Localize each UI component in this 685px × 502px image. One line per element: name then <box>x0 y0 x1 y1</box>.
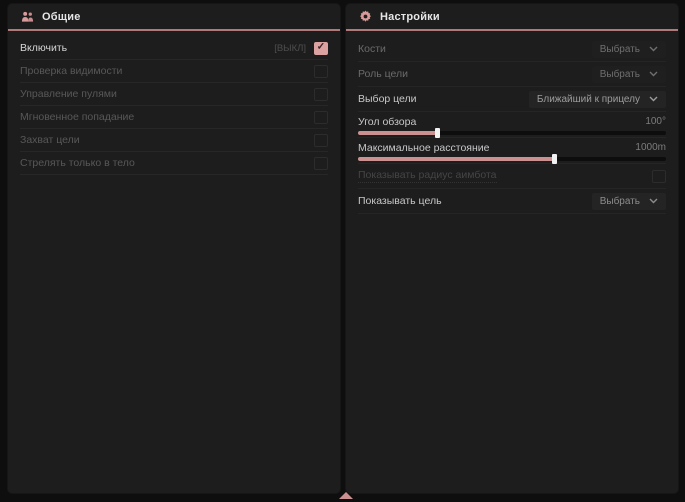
row-enable-label: Включить <box>20 42 67 54</box>
target-role-dropdown[interactable]: Выбрать <box>592 66 666 83</box>
show-target-dropdown-value: Выбрать <box>600 196 640 207</box>
chevron-down-icon <box>649 71 658 77</box>
row-instant-hit[interactable]: Мгновенное попадание ✓ <box>20 106 328 129</box>
row-body-only[interactable]: Стрелять только в тело ✓ <box>20 152 328 175</box>
show-target-dropdown[interactable]: Выбрать <box>592 193 666 210</box>
row-target-select-label: Выбор цели <box>358 93 417 105</box>
row-show-target: Показывать цель Выбрать <box>358 189 666 214</box>
row-fov-label: Угол обзора <box>358 116 416 128</box>
general-panel-title: Общие <box>42 11 81 23</box>
row-visibility-check-label: Проверка видимости <box>20 65 122 77</box>
row-max-distance-label: Максимальное расстояние <box>358 142 489 154</box>
users-icon <box>21 10 34 23</box>
settings-panel-title: Настройки <box>380 11 440 23</box>
max-distance-slider-handle[interactable] <box>552 154 557 164</box>
row-bones-label: Кости <box>358 43 386 55</box>
settings-panel-header: Настройки <box>346 4 678 31</box>
row-show-radius: Показывать радиус аимбота ✓ <box>358 164 666 189</box>
row-enable-hotkey[interactable]: [ВЫКЛ] <box>274 43 306 54</box>
row-bones: Кости Выбрать <box>358 37 666 62</box>
check-icon: ✓ <box>317 43 325 53</box>
row-bullet-control-checkbox[interactable]: ✓ <box>314 88 328 101</box>
row-bullet-control-label: Управление пулями <box>20 88 117 100</box>
row-target-role-label: Роль цели <box>358 68 408 80</box>
row-enable[interactable]: Включить [ВЫКЛ] ✓ <box>20 37 328 60</box>
target-select-dropdown-value: Ближайший к прицелу <box>537 94 640 105</box>
row-instant-hit-label: Мгновенное попадание <box>20 111 134 123</box>
chevron-down-icon <box>649 198 658 204</box>
chevron-down-icon <box>649 46 658 52</box>
row-visibility-check-checkbox[interactable]: ✓ <box>314 65 328 78</box>
chevron-down-icon <box>649 96 658 102</box>
row-body-only-checkbox[interactable]: ✓ <box>314 157 328 170</box>
row-instant-hit-checkbox[interactable]: ✓ <box>314 111 328 124</box>
target-select-dropdown[interactable]: Ближайший к прицелу <box>529 91 666 108</box>
max-distance-slider[interactable] <box>358 157 666 161</box>
bones-dropdown-value: Выбрать <box>600 44 640 55</box>
fov-slider-handle[interactable] <box>435 128 440 138</box>
row-visibility-check[interactable]: Проверка видимости ✓ <box>20 60 328 83</box>
max-distance-value: 1000m <box>635 142 666 153</box>
row-fov: Угол обзора 100° <box>358 112 666 138</box>
target-role-dropdown-value: Выбрать <box>600 69 640 80</box>
row-show-target-label: Показывать цель <box>358 195 442 207</box>
general-panel-header: Общие <box>8 4 340 31</box>
row-target-lock[interactable]: Захват цели ✓ <box>20 129 328 152</box>
row-target-lock-label: Захват цели <box>20 134 80 146</box>
gear-icon <box>359 10 372 23</box>
row-bullet-control[interactable]: Управление пулями ✓ <box>20 83 328 106</box>
triangle-up-icon[interactable] <box>339 492 353 499</box>
row-body-only-label: Стрелять только в тело <box>20 157 135 169</box>
settings-panel: Настройки Кости Выбрать Роль цели Выбрат… <box>346 4 678 493</box>
row-max-distance: Максимальное расстояние 1000m <box>358 138 666 164</box>
general-panel: Общие Включить [ВЫКЛ] ✓ Проверка видимос… <box>8 4 340 493</box>
row-enable-checkbox[interactable]: ✓ <box>314 42 328 55</box>
show-radius-checkbox[interactable]: ✓ <box>652 170 666 183</box>
row-target-select: Выбор цели Ближайший к прицелу <box>358 87 666 112</box>
bones-dropdown[interactable]: Выбрать <box>592 41 666 58</box>
row-target-role: Роль цели Выбрать <box>358 62 666 87</box>
fov-value: 100° <box>645 116 666 127</box>
fov-slider[interactable] <box>358 131 666 135</box>
row-target-lock-checkbox[interactable]: ✓ <box>314 134 328 147</box>
row-show-radius-label: Показывать радиус аимбота <box>358 169 497 183</box>
